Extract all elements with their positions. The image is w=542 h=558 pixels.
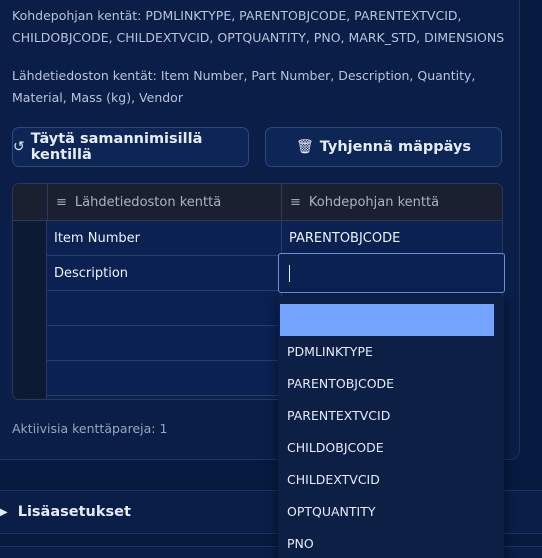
advanced-settings-toggle[interactable]: ▶ Lisäasetukset <box>0 500 131 524</box>
dropdown-option[interactable]: PDMLINKTYPE <box>287 335 373 367</box>
dropdown-option[interactable]: PNO <box>287 527 314 558</box>
source-cell[interactable]: Item Number <box>47 221 281 256</box>
dropdown-option[interactable]: PARENTEXTVCID <box>287 399 390 431</box>
target-cell[interactable]: PARENTOBJCODE <box>281 221 502 256</box>
fill-same-name-label: Täytä samannimisillä kentillä <box>30 131 203 163</box>
dropdown-option[interactable]: CHILDEXTVCID <box>287 463 380 495</box>
source-fields-info: Lähdetiedoston kentät: Item Number, Part… <box>12 68 476 105</box>
column-header-source[interactable]: ≡ Lähdetiedoston kenttä <box>47 184 281 221</box>
dropdown-option[interactable]: CHILDOBJCODE <box>287 431 384 463</box>
dropdown-option-empty-highlighted[interactable] <box>280 304 494 336</box>
target-fields-info: Kohdepohjan kentät: PDMLINKTYPE, PARENTO… <box>12 8 505 45</box>
source-cell[interactable]: Description <box>47 256 281 291</box>
dropdown-option[interactable]: OPTQUANTITY <box>287 495 376 527</box>
text-caret <box>289 265 290 282</box>
source-cell[interactable] <box>47 361 281 396</box>
edit-column-icon: ≡ <box>290 195 301 210</box>
trash-icon: 🗑 <box>295 139 314 155</box>
target-field-dropdown: PDMLINKTYPE PARENTOBJCODE PARENTEXTVCID … <box>278 296 504 558</box>
refresh-icon: ↺ <box>13 139 25 155</box>
grid-header: ≡ Lähdetiedoston kenttä ≡ Kohdepohjan ke… <box>13 184 502 221</box>
clear-mapping-label: Tyhjennä mäppäys <box>319 139 472 155</box>
source-cell[interactable] <box>47 326 281 361</box>
table-row: Item Number PARENTOBJCODE <box>47 221 502 256</box>
edit-column-icon: ≡ <box>56 195 67 210</box>
active-pairs-count: Aktiivisia kenttäpareja: 1 <box>12 421 168 436</box>
chevron-right-icon: ▶ <box>0 506 8 518</box>
column-header-target-label: Kohdepohjan kenttä <box>308 195 440 210</box>
column-header-target[interactable]: ≡ Kohdepohjan kenttä <box>281 184 502 221</box>
column-header-source-label: Lähdetiedoston kenttä <box>74 195 222 210</box>
fill-same-name-button[interactable]: ↺ Täytä samannimisillä kentillä <box>12 127 249 167</box>
advanced-settings-label: Lisäasetukset <box>17 504 131 520</box>
source-cell[interactable] <box>47 291 281 326</box>
clear-mapping-button[interactable]: 🗑 Tyhjennä mäppäys <box>265 127 502 167</box>
target-field-editor-input[interactable] <box>278 253 505 293</box>
dropdown-option[interactable]: PARENTOBJCODE <box>287 367 394 399</box>
